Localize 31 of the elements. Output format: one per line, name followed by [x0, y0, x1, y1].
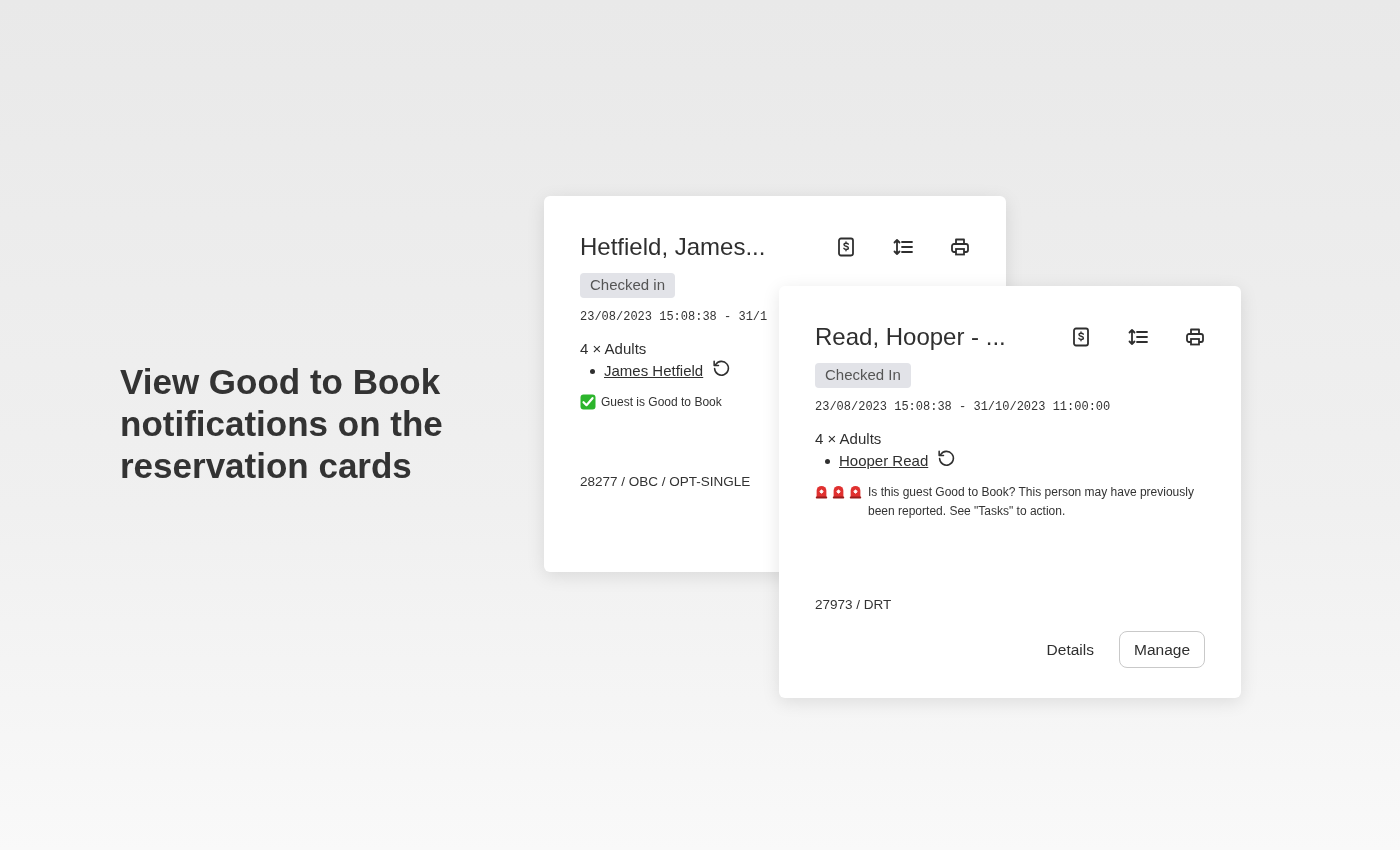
headline-text: View Good to Book notifications on the reservation cards	[120, 361, 444, 487]
bullet-icon	[825, 458, 830, 464]
siren-icon	[832, 484, 845, 499]
warning-text: Is this guest Good to Book? This person may have previously been reported. See "Tasks" to action.	[868, 483, 1195, 520]
check-mark-icon	[580, 393, 596, 410]
print-icon[interactable]	[1185, 327, 1205, 347]
details-button[interactable]: Details	[1031, 630, 1109, 668]
siren-icon	[849, 484, 862, 499]
receipt-dollar-icon[interactable]	[836, 237, 856, 257]
guest-count: 4 × Adults	[580, 338, 647, 359]
refresh-icon[interactable]	[712, 358, 732, 378]
status-badge: Checked In	[815, 363, 911, 388]
reservation-reference: 28277 / OBC / OPT-SINGLE	[580, 472, 751, 491]
notice-text: Guest is Good to Book	[601, 393, 722, 411]
status-badge: Checked in	[580, 273, 676, 298]
reservation-reference: 27973 / DRT	[815, 595, 892, 614]
guest-name-title: Read, Hooper - ...	[815, 322, 1006, 352]
sort-list-icon[interactable]	[1128, 327, 1148, 347]
bullet-icon	[590, 368, 595, 374]
guest-link[interactable]: Hooper Read	[839, 450, 929, 473]
manage-button[interactable]: Manage	[1119, 630, 1205, 668]
refresh-icon[interactable]	[937, 448, 957, 468]
guest-count: 4 × Adults	[815, 428, 882, 449]
receipt-dollar-icon[interactable]	[1071, 327, 1091, 347]
guest-link[interactable]: James Hetfield	[604, 360, 704, 383]
stay-dates: 23/08/2023 15:08:38 - 31/10/2023 11:00:00	[815, 398, 1111, 416]
siren-icon	[815, 484, 828, 499]
sort-list-icon[interactable]	[893, 237, 913, 257]
print-icon[interactable]	[950, 237, 970, 257]
stay-dates: 23/08/2023 15:08:38 - 31/1	[580, 308, 768, 326]
guest-name-title: Hetfield, James...	[580, 232, 766, 262]
